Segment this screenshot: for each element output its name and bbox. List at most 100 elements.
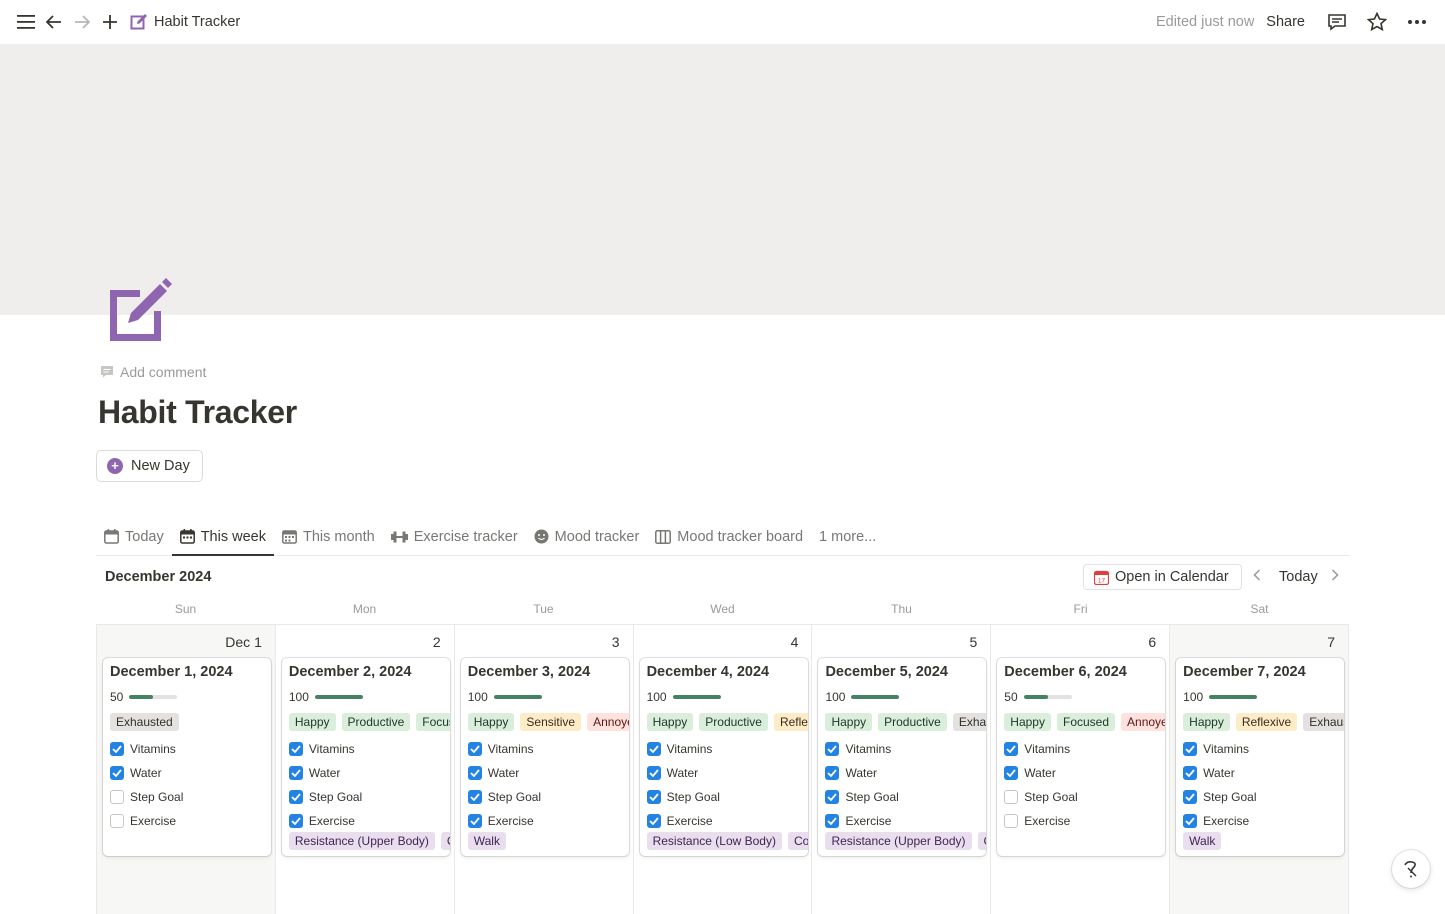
day-entry-card[interactable]: December 7, 2024 100 Happy Reflexive Exhaust… xyxy=(1176,658,1345,856)
page-cover[interactable] xyxy=(0,44,1445,315)
checkbox[interactable] xyxy=(1183,742,1198,756)
plus-circle-icon: + xyxy=(107,458,123,474)
calendar-day-cell[interactable]: Dec 1 December 1, 2024 50 Exhausted Vitamins… xyxy=(97,625,276,914)
mood-tag: Annoyed xyxy=(1121,713,1166,731)
checkbox[interactable] xyxy=(467,766,482,780)
menu-icon[interactable] xyxy=(12,8,40,36)
exercise-tag: C xyxy=(977,832,987,850)
habit-label: Exercise xyxy=(1024,814,1071,828)
checkbox[interactable] xyxy=(1183,766,1198,780)
day-entry-card[interactable]: December 6, 2024 50 Happy Focused Annoyed Vit… xyxy=(997,658,1166,856)
tab-more[interactable]: 1 more... xyxy=(811,518,884,555)
checkbox[interactable] xyxy=(467,814,482,828)
checkbox[interactable] xyxy=(646,742,661,756)
progress-bar-fill xyxy=(129,695,154,699)
checkbox[interactable] xyxy=(467,790,482,804)
open-in-calendar-button[interactable]: 17 Open in Calendar xyxy=(1083,564,1242,590)
chevron-left-icon[interactable] xyxy=(1253,568,1261,584)
weekday-label: Thu xyxy=(891,602,912,616)
tab-label: 1 more... xyxy=(819,528,877,545)
checkbox[interactable] xyxy=(825,790,840,804)
score-value: 100 xyxy=(1183,690,1204,704)
day-entry-card[interactable]: December 1, 2024 50 Exhausted Vitamins Water… xyxy=(103,658,271,856)
checkbox[interactable] xyxy=(1004,766,1019,780)
tab-exercise-tracker[interactable]: Exercise tracker xyxy=(383,518,526,555)
new-page-plus-icon[interactable] xyxy=(96,8,124,36)
back-arrow-icon[interactable] xyxy=(40,8,68,36)
tab-label: Exercise tracker xyxy=(413,528,518,545)
checkbox[interactable] xyxy=(110,790,124,804)
checkbox[interactable] xyxy=(288,742,303,756)
day-number: 2 xyxy=(432,634,441,650)
exercise-tag: Resistance (Low Body) xyxy=(646,832,782,850)
habit-check-row: Step Goal xyxy=(825,785,899,809)
habit-label: Vitamins xyxy=(487,742,534,756)
checkbox[interactable] xyxy=(646,766,661,780)
habit-label: Vitamins xyxy=(666,742,713,756)
checkbox[interactable] xyxy=(1183,814,1198,828)
habit-check-row: Step Goal xyxy=(1004,785,1078,809)
add-comment-button[interactable]: Add comment xyxy=(100,364,206,380)
mood-tag: Happy xyxy=(646,713,694,731)
checkbox[interactable] xyxy=(110,814,124,828)
calendar-day-cell[interactable]: 2 December 2, 2024 100 Happy Productive Focus… xyxy=(276,625,455,914)
checkbox[interactable] xyxy=(646,814,661,828)
checkbox[interactable] xyxy=(1004,742,1019,756)
checkbox[interactable] xyxy=(825,742,840,756)
favorite-star-icon[interactable] xyxy=(1363,8,1391,36)
more-options-icon[interactable] xyxy=(1403,8,1431,36)
calendar-day-cell[interactable]: 4 December 4, 2024 100 Happy Productive Refle… xyxy=(634,625,813,914)
day-entry-card[interactable]: December 5, 2024 100 Happy Productive Exhau V… xyxy=(818,658,987,856)
exercise-tag: Walk xyxy=(467,832,506,850)
checkbox[interactable] xyxy=(467,742,482,756)
exercise-tags: Walk xyxy=(1183,832,1222,850)
day-entry-card[interactable]: December 3, 2024 100 Happy Sensitive Annoye V… xyxy=(460,658,629,856)
dumbbell-icon xyxy=(390,531,408,542)
help-button[interactable] xyxy=(1392,850,1430,888)
share-button[interactable]: Share xyxy=(1266,14,1305,30)
habit-check-row: Step Goal xyxy=(1183,785,1257,809)
new-day-button[interactable]: + New Day xyxy=(96,450,203,482)
calendar-day-cell[interactable]: 3 December 3, 2024 100 Happy Sensitive Annoye… xyxy=(455,625,634,914)
checkbox[interactable] xyxy=(1004,790,1019,804)
mood-tags: Happy Productive Focus xyxy=(288,713,450,731)
checkbox[interactable] xyxy=(288,790,303,804)
checkbox[interactable] xyxy=(288,766,303,780)
habit-label: Step Goal xyxy=(308,790,363,804)
mood-tag: Happy xyxy=(467,713,515,731)
page-title[interactable]: Habit Tracker xyxy=(98,394,297,431)
habit-checklist: Vitamins Water Step Goal Exercise xyxy=(646,737,720,833)
forward-arrow-icon[interactable] xyxy=(68,8,96,36)
calendar-day-cell[interactable]: 5 December 5, 2024 100 Happy Productive Exhau… xyxy=(812,625,992,914)
checkbox[interactable] xyxy=(288,814,303,828)
habit-check-row: Vitamins xyxy=(1004,737,1077,761)
progress-bar xyxy=(851,695,900,699)
calendar-day-cell[interactable]: 7 December 7, 2024 100 Happy Reflexive Exhaus… xyxy=(1170,625,1350,914)
edit-page-icon[interactable] xyxy=(104,278,174,346)
today-button[interactable]: Today xyxy=(1279,569,1318,585)
checkbox[interactable] xyxy=(1004,814,1019,828)
day-entry-card[interactable]: December 4, 2024 100 Happy Productive Reflex… xyxy=(639,658,808,856)
breadcrumb[interactable]: Habit Tracker xyxy=(130,13,240,31)
checkbox[interactable] xyxy=(646,790,661,804)
checkbox[interactable] xyxy=(110,766,124,780)
tab-this-month[interactable]: This month xyxy=(274,518,383,555)
checkbox[interactable] xyxy=(825,766,840,780)
mood-tag: Reflex xyxy=(773,713,808,731)
tab-today[interactable]: Today xyxy=(96,518,172,555)
checkbox[interactable] xyxy=(110,742,124,756)
weekday-header: Sun Mon Tue Wed Thu Fri Sat xyxy=(96,602,1349,616)
tab-label: Mood tracker board xyxy=(677,528,804,545)
comments-icon[interactable] xyxy=(1323,8,1351,36)
checkbox[interactable] xyxy=(1183,790,1198,804)
score-value: 50 xyxy=(110,690,124,704)
score-value: 100 xyxy=(646,690,667,704)
tab-mood-tracker-board[interactable]: Mood tracker board xyxy=(647,518,811,555)
tab-this-week[interactable]: This week xyxy=(171,518,275,556)
day-entry-card[interactable]: December 2, 2024 100 Happy Productive Focus V… xyxy=(281,658,450,856)
checkbox[interactable] xyxy=(825,814,840,828)
help-icon xyxy=(1404,861,1417,878)
chevron-right-icon[interactable] xyxy=(1331,568,1339,584)
calendar-day-cell[interactable]: 6 December 6, 2024 50 Happy Focused Annoyed Vi… xyxy=(991,625,1171,914)
tab-mood-tracker[interactable]: Mood tracker xyxy=(526,518,648,555)
